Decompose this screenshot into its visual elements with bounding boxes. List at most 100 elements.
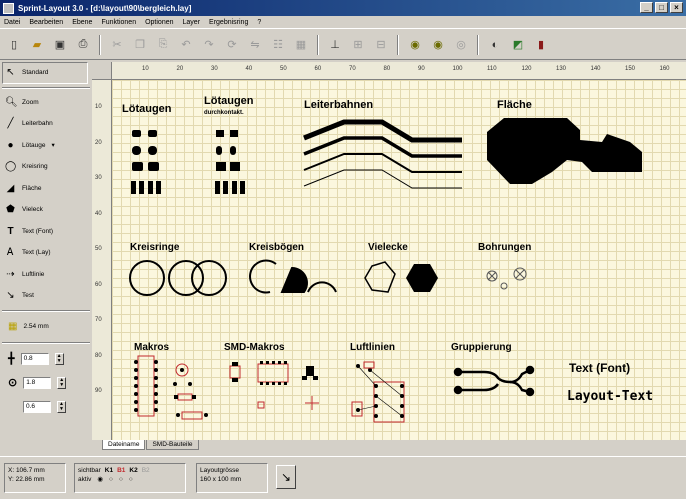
close-button[interactable]: × (670, 2, 683, 13)
label-loetaugen-dk-sub: durchkontakt. (204, 110, 244, 116)
grid-icon: ▦ (8, 321, 18, 332)
ruler-tick-label: 40 (95, 210, 102, 217)
ruler-tick-label: 60 (314, 66, 322, 72)
pad-inner-stepper[interactable]: ▲ ▼ (57, 400, 66, 413)
zoom-in-icon[interactable]: ◉ (405, 35, 425, 55)
pad-inner-input[interactable]: 0.6 (23, 400, 51, 413)
ruler-tick-label: 60 (95, 281, 102, 288)
tool-airwire[interactable]: ⇢ Luftlinie (0, 264, 92, 286)
tab-smd-bauteile[interactable]: SMD-Bauteile (146, 440, 199, 450)
radio-k2[interactable]: ○ (119, 475, 123, 484)
tool-ring[interactable]: ◯ Kreisring (0, 156, 92, 178)
probe-icon: ↘ (280, 470, 292, 484)
test-probe-icon: ↘ (6, 290, 15, 302)
layout-tabs: Dateiname SMD-Bauteile (92, 440, 686, 454)
save-icon[interactable]: ▣ (50, 35, 70, 55)
tool-zoom[interactable]: 🔍︎ Zoom (0, 92, 92, 114)
ruler-tick-label: 160 (659, 66, 670, 72)
zoom-all-icon[interactable]: ◎ (451, 35, 471, 55)
radio-k1[interactable]: ◉ (97, 475, 103, 484)
ruler-tick-label: 90 (95, 388, 102, 394)
menu-funktionen[interactable]: Funktionen (101, 19, 136, 26)
label-loetaugen: Lötaugen (122, 103, 172, 115)
menu-layer[interactable]: Layer (183, 19, 201, 26)
align-icon[interactable]: ☷ (268, 35, 288, 55)
mirror-icon[interactable]: ⇋ (245, 35, 265, 55)
pad-outer-input[interactable]: 1.8 (23, 376, 52, 389)
menu-help[interactable]: ? (257, 19, 261, 26)
label-text-font: Text (Font) (569, 361, 630, 375)
pad-outer-row: ⊙ 1.8 ▲ ▼ (0, 371, 92, 395)
rotate-icon[interactable]: ⟳ (222, 35, 242, 55)
status-bar: X: 106.7 mm Y: 22.86 mm sichtbar K1 B1 K… (0, 456, 686, 499)
new-icon[interactable]: ▯ (4, 35, 24, 55)
undo-icon[interactable]: ↶ (176, 35, 196, 55)
pad-outer-stepper[interactable]: ▲ ▼ (57, 376, 67, 389)
drc-icon[interactable]: ◩ (508, 35, 528, 55)
cut-icon[interactable]: ✂ (107, 35, 127, 55)
contrast-icon[interactable]: ◐ (485, 35, 505, 55)
layer-b2[interactable]: B2 (142, 466, 150, 475)
tool-standard[interactable]: ↖ Standard (2, 62, 88, 84)
pad-inner-row: 0.6 ▲ ▼ (0, 395, 92, 419)
ruler-tick-label: 140 (590, 66, 601, 72)
label-layout-text: Layout-Text (567, 389, 653, 404)
maximize-button[interactable]: □ (655, 2, 668, 13)
label-gruppierung: Gruppierung (451, 342, 512, 353)
menu-datei[interactable]: Datei (4, 19, 20, 26)
open-icon[interactable]: ▰ (27, 35, 47, 55)
group-icon[interactable]: ▦ (291, 35, 311, 55)
polygon-filled (406, 264, 438, 292)
tool-area[interactable]: ◢ Fläche (0, 178, 92, 200)
track-width-input[interactable]: 0.8 (20, 352, 49, 365)
ruler-tick-label: 80 (383, 66, 391, 72)
menu-bearbeiten[interactable]: Bearbeiten (29, 19, 63, 26)
airwire-icon: ⇢ (6, 268, 15, 280)
ungroup-icon[interactable]: ⊞ (348, 35, 368, 55)
tool-panel: ↖ Standard 🔍︎ Zoom ╱ Leiterbahn ● Lötauge ▾ ◯… (0, 62, 92, 454)
redo-icon[interactable]: ↷ (199, 35, 219, 55)
tool-test[interactable]: ↘ Test (0, 285, 92, 307)
menu-ebene[interactable]: Ebene (72, 19, 92, 26)
divider (2, 86, 90, 89)
layout-canvas[interactable]: Lötaugen Lötaugen durchkontakt. Leiterba… (112, 80, 686, 440)
ruler-tick-label: 10 (95, 104, 102, 110)
tool-polygon[interactable]: ⬟ Vieleck (0, 199, 92, 221)
radio-b1[interactable]: ○ (109, 475, 113, 484)
tool-pad[interactable]: ● Lötauge ▾ (0, 135, 92, 157)
print-icon[interactable]: ⎙ (73, 35, 93, 55)
chevron-down-icon[interactable]: ▾ (52, 141, 55, 149)
ruler-tick-label: 120 (521, 66, 532, 72)
paste-icon[interactable]: ⎘ (153, 35, 173, 55)
test-icon[interactable]: ⊟ (371, 35, 391, 55)
zoom-icon: 🔍︎ (5, 96, 18, 108)
toolbar-separator (99, 34, 101, 55)
app-icon[interactable] (3, 2, 14, 14)
tab-dateiname[interactable]: Dateiname (102, 440, 146, 450)
zoom-out-icon[interactable]: ◉ (428, 35, 448, 55)
drills-group (486, 267, 527, 290)
ruler-tick-label: 90 (418, 66, 425, 72)
component-icon[interactable]: ⊥ (325, 35, 345, 55)
track-width-stepper[interactable]: ▲ ▼ (54, 352, 64, 365)
tool-track[interactable]: ╱ Leiterbahn (0, 113, 92, 135)
menu-optionen[interactable]: Optionen (145, 19, 173, 26)
minimize-button[interactable]: _ (640, 2, 653, 13)
radio-b2[interactable]: ○ (129, 475, 133, 484)
ruler-tick-label: 50 (95, 246, 102, 252)
menu-ergebnisring[interactable]: Ergebnisring (209, 19, 248, 26)
layer-b1[interactable]: B1 (117, 466, 125, 475)
tool-text-layout[interactable]: Ꭺ Text (Lay) (0, 242, 92, 264)
vertical-ruler: 10 20 30 40 50 60 70 80 90 (92, 80, 112, 440)
label-makros: Makros (134, 342, 169, 353)
battery-icon[interactable]: ▮ (531, 35, 551, 55)
copy-icon[interactable]: ❐ (130, 35, 150, 55)
grid-setting[interactable]: ▦ 2.54 mm (0, 315, 92, 339)
tool-text-font[interactable]: T Text (Font) (0, 221, 92, 243)
layer-k2[interactable]: K2 (129, 466, 137, 475)
ruler-tick-label: 30 (95, 175, 102, 181)
board-size-panel: Layoutgrösse 160 x 100 mm (196, 463, 268, 493)
pcb-tool-button[interactable]: ↘ (276, 465, 296, 489)
label-luftlinien: Luftlinien (350, 342, 395, 353)
layer-k1[interactable]: K1 (105, 466, 113, 475)
